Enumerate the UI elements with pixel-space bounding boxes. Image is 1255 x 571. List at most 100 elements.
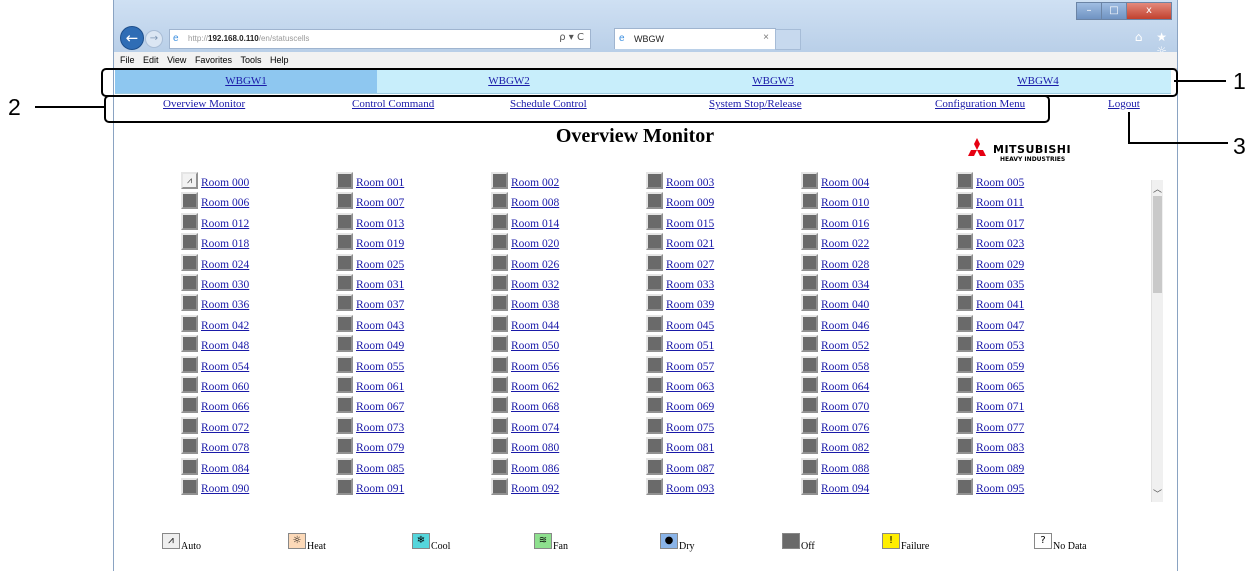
room-link[interactable]: Room 009 (666, 197, 714, 209)
room-link[interactable]: Room 014 (511, 218, 559, 230)
room-link[interactable]: Room 063 (666, 381, 714, 393)
room-link[interactable]: Room 068 (511, 401, 559, 413)
room-link[interactable]: Room 010 (821, 197, 869, 209)
room-link[interactable]: Room 086 (511, 463, 559, 475)
room-link[interactable]: Room 022 (821, 238, 869, 250)
room-link[interactable]: Room 032 (511, 279, 559, 291)
room-link[interactable]: Room 092 (511, 483, 559, 495)
room-link[interactable]: Room 067 (356, 401, 404, 413)
room-link[interactable]: Room 004 (821, 177, 869, 189)
room-link[interactable]: Room 007 (356, 197, 404, 209)
room-link[interactable]: Room 021 (666, 238, 714, 250)
room-link[interactable]: Room 000 (201, 177, 249, 189)
room-link[interactable]: Room 043 (356, 320, 404, 332)
room-link[interactable]: Room 044 (511, 320, 559, 332)
room-link[interactable]: Room 038 (511, 299, 559, 311)
room-link[interactable]: Room 070 (821, 401, 869, 413)
room-link[interactable]: Room 011 (976, 197, 1024, 209)
room-link[interactable]: Room 053 (976, 340, 1024, 352)
room-link[interactable]: Room 072 (201, 422, 249, 434)
room-link[interactable]: Room 047 (976, 320, 1024, 332)
room-link[interactable]: Room 094 (821, 483, 869, 495)
room-link[interactable]: Room 013 (356, 218, 404, 230)
room-link[interactable]: Room 027 (666, 259, 714, 271)
room-link[interactable]: Room 019 (356, 238, 404, 250)
room-link[interactable]: Room 060 (201, 381, 249, 393)
room-link[interactable]: Room 005 (976, 177, 1024, 189)
room-link[interactable]: Room 017 (976, 218, 1024, 230)
address-bar[interactable]: e http://192.168.0.110/en/statuscells ρ … (169, 29, 591, 49)
room-link[interactable]: Room 091 (356, 483, 404, 495)
room-link[interactable]: Room 066 (201, 401, 249, 413)
room-link[interactable]: Room 075 (666, 422, 714, 434)
menu-tools[interactable]: Tools (240, 55, 261, 65)
room-link[interactable]: Room 039 (666, 299, 714, 311)
toolbar-icons[interactable]: ⌂ ★ ☼ (1114, 30, 1172, 58)
room-link[interactable]: Room 095 (976, 483, 1024, 495)
room-link[interactable]: Room 087 (666, 463, 714, 475)
room-link[interactable]: Room 041 (976, 299, 1024, 311)
room-link[interactable]: Room 076 (821, 422, 869, 434)
room-link[interactable]: Room 071 (976, 401, 1024, 413)
room-link[interactable]: Room 065 (976, 381, 1024, 393)
room-link[interactable]: Room 077 (976, 422, 1024, 434)
room-link[interactable]: Room 002 (511, 177, 559, 189)
room-link[interactable]: Room 046 (821, 320, 869, 332)
room-link[interactable]: Room 018 (201, 238, 249, 250)
room-link[interactable]: Room 089 (976, 463, 1024, 475)
back-button[interactable]: ← (120, 26, 144, 50)
room-link[interactable]: Room 057 (666, 361, 714, 373)
room-link[interactable]: Room 035 (976, 279, 1024, 291)
room-link[interactable]: Room 064 (821, 381, 869, 393)
room-link[interactable]: Room 033 (666, 279, 714, 291)
room-link[interactable]: Room 050 (511, 340, 559, 352)
scroll-down-icon[interactable]: ﹀ (1153, 487, 1162, 500)
minimize-button[interactable]: – (1076, 2, 1102, 20)
menu-favorites[interactable]: Favorites (195, 55, 232, 65)
vertical-scrollbar[interactable]: ︿ ﹀ (1151, 180, 1163, 502)
room-link[interactable]: Room 037 (356, 299, 404, 311)
room-link[interactable]: Room 031 (356, 279, 404, 291)
browser-tab[interactable]: e WBGW × (614, 28, 776, 49)
room-link[interactable]: Room 069 (666, 401, 714, 413)
room-link[interactable]: Room 058 (821, 361, 869, 373)
new-tab-button[interactable] (775, 29, 801, 50)
room-link[interactable]: Room 061 (356, 381, 404, 393)
room-link[interactable]: Room 020 (511, 238, 559, 250)
room-link[interactable]: Room 073 (356, 422, 404, 434)
room-link[interactable]: Room 054 (201, 361, 249, 373)
scroll-up-icon[interactable]: ︿ (1153, 182, 1162, 195)
room-link[interactable]: Room 082 (821, 442, 869, 454)
maximize-button[interactable]: □ (1101, 2, 1127, 20)
room-link[interactable]: Room 026 (511, 259, 559, 271)
room-link[interactable]: Room 034 (821, 279, 869, 291)
room-link[interactable]: Room 088 (821, 463, 869, 475)
room-link[interactable]: Room 080 (511, 442, 559, 454)
room-link[interactable]: Room 059 (976, 361, 1024, 373)
scroll-thumb[interactable] (1153, 196, 1162, 293)
room-link[interactable]: Room 052 (821, 340, 869, 352)
room-link[interactable]: Room 030 (201, 279, 249, 291)
room-link[interactable]: Room 029 (976, 259, 1024, 271)
room-link[interactable]: Room 003 (666, 177, 714, 189)
room-link[interactable]: Room 084 (201, 463, 249, 475)
room-link[interactable]: Room 055 (356, 361, 404, 373)
room-link[interactable]: Room 012 (201, 218, 249, 230)
logout-link[interactable]: Logout (1108, 98, 1140, 110)
room-link[interactable]: Room 085 (356, 463, 404, 475)
menu-view[interactable]: View (167, 55, 186, 65)
room-link[interactable]: Room 006 (201, 197, 249, 209)
search-refresh-icons[interactable]: ρ ▾ C (559, 32, 584, 43)
tab-close-icon[interactable]: × (763, 32, 769, 43)
room-link[interactable]: Room 062 (511, 381, 559, 393)
room-link[interactable]: Room 074 (511, 422, 559, 434)
room-link[interactable]: Room 042 (201, 320, 249, 332)
room-link[interactable]: Room 093 (666, 483, 714, 495)
room-link[interactable]: Room 045 (666, 320, 714, 332)
room-link[interactable]: Room 025 (356, 259, 404, 271)
room-link[interactable]: Room 024 (201, 259, 249, 271)
room-link[interactable]: Room 036 (201, 299, 249, 311)
menu-file[interactable]: File (120, 55, 135, 65)
room-link[interactable]: Room 001 (356, 177, 404, 189)
room-link[interactable]: Room 081 (666, 442, 714, 454)
